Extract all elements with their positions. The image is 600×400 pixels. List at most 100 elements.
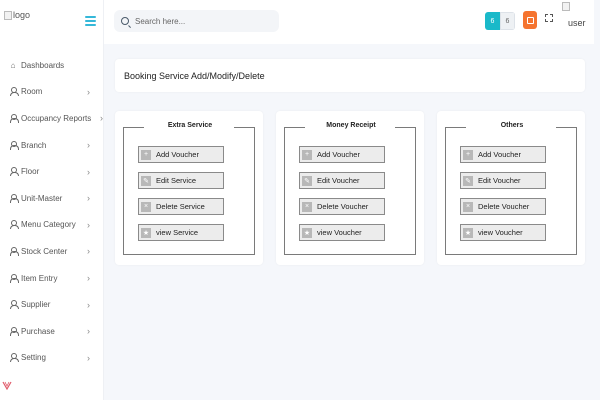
add-voucher-button[interactable]: + Add Voucher <box>138 146 224 163</box>
sidebar-item-label: Item Entry <box>21 273 58 283</box>
toggle-right-button[interactable]: 6 <box>500 12 515 30</box>
sidebar-item-occupancy-reports[interactable]: Occupancy Reports › <box>0 105 104 132</box>
sidebar-item-stock-center[interactable]: Stock Center › <box>0 238 104 265</box>
button-label: view Voucher <box>317 228 362 237</box>
sidebar-item-supplier[interactable]: Supplier › <box>0 291 104 318</box>
search-input[interactable] <box>135 16 265 26</box>
plus-icon: + <box>141 149 151 160</box>
edit-icon: ✎ <box>302 175 312 186</box>
calendar-icon <box>526 16 534 24</box>
broken-image-icon <box>4 10 12 20</box>
sidebar-item-unit-master[interactable]: Unit-Master › <box>0 185 104 212</box>
delete-voucher-button[interactable]: × Delete Voucher <box>460 198 546 215</box>
person-icon <box>9 220 19 230</box>
person-icon <box>9 300 19 310</box>
toggle-left-button[interactable]: 6 <box>485 12 500 30</box>
delete-service-button[interactable]: × Delete Service <box>138 198 224 215</box>
add-voucher-button[interactable]: + Add Voucher <box>460 146 546 163</box>
chevron-right-icon: › <box>100 113 103 124</box>
button-label: Add Voucher <box>156 150 199 159</box>
plus-icon: + <box>463 149 473 160</box>
sidebar-item-label: Room <box>21 87 43 97</box>
search-box[interactable] <box>114 10 279 32</box>
star-icon: ★ <box>463 227 473 238</box>
button-label: view Service <box>156 228 199 237</box>
logo-alt-text: logo <box>13 10 31 20</box>
fieldset: Money Receipt + Add Voucher ✎ Edit Voucher… <box>284 122 416 255</box>
person-icon <box>9 87 19 97</box>
view-voucher-button[interactable]: ★ view Voucher <box>460 224 546 241</box>
view-voucher-button[interactable]: ★ view Voucher <box>299 224 385 241</box>
fullscreen-icon[interactable] <box>545 14 553 22</box>
sidebar-item-purchase[interactable]: Purchase › <box>0 318 104 345</box>
edit-voucher-button[interactable]: ✎ Edit Voucher <box>299 172 385 189</box>
person-icon <box>9 326 19 336</box>
logo[interactable]: logo <box>4 10 30 20</box>
panel-extra-service: Extra Service + Add Voucher ✎ Edit Service… <box>115 111 263 265</box>
user-avatar[interactable]: user <box>562 2 594 34</box>
chevron-right-icon: › <box>87 193 90 204</box>
button-label: Add Voucher <box>317 150 360 159</box>
button-label: Edit Voucher <box>478 176 521 185</box>
sidebar-item-label: Purchase <box>21 326 55 336</box>
sidebar-item-room[interactable]: Room › <box>0 79 104 106</box>
button-label: Delete Voucher <box>478 202 530 211</box>
panel-money-receipt: Money Receipt + Add Voucher ✎ Edit Voucher… <box>276 111 424 265</box>
sidebar-item-branch[interactable]: Branch › <box>0 132 104 159</box>
calendar-button[interactable] <box>523 11 537 29</box>
broken-image-icon <box>562 2 570 11</box>
button-label: Add Voucher <box>478 150 521 159</box>
chevron-right-icon: › <box>87 352 90 363</box>
person-icon <box>9 193 19 203</box>
star-icon: ★ <box>141 227 151 238</box>
edit-voucher-button[interactable]: ✎ Edit Voucher <box>460 172 546 189</box>
sidebar: logo ⌂ Dashboards Room › Occupancy Repor… <box>0 0 104 400</box>
chevron-right-icon: › <box>87 299 90 310</box>
top-header: 6 6 user <box>104 0 594 44</box>
sidebar-item-label: Occupancy Reports <box>21 113 92 123</box>
panel-others: Others + Add Voucher ✎ Edit Voucher × Delet… <box>437 111 585 265</box>
brand-mark-icon <box>2 381 12 390</box>
chevron-right-icon: › <box>87 326 90 337</box>
hamburger-menu-icon[interactable] <box>85 16 96 26</box>
toggle-switch[interactable]: 6 6 <box>485 12 515 30</box>
page-title: Booking Service Add/Modify/Delete <box>124 70 265 81</box>
close-icon: × <box>463 201 473 212</box>
person-icon <box>9 353 19 363</box>
chevron-right-icon: › <box>87 246 90 257</box>
delete-voucher-button[interactable]: × Delete Voucher <box>299 198 385 215</box>
sidebar-item-floor[interactable]: Floor › <box>0 158 104 185</box>
add-voucher-button[interactable]: + Add Voucher <box>299 146 385 163</box>
chevron-right-icon: › <box>87 219 90 230</box>
edit-service-button[interactable]: ✎ Edit Service <box>138 172 224 189</box>
fieldset-legend: Extra Service <box>167 122 213 129</box>
view-service-button[interactable]: ★ view Service <box>138 224 224 241</box>
fieldset: Others + Add Voucher ✎ Edit Voucher × Delet… <box>445 122 577 255</box>
sidebar-item-label: Menu Category <box>21 220 76 230</box>
fieldset-legend: Money Receipt <box>326 122 376 129</box>
plus-icon: + <box>302 149 312 160</box>
person-icon <box>9 246 19 256</box>
edit-icon: ✎ <box>463 175 473 186</box>
sidebar-item-label: Dashboards <box>21 60 65 70</box>
sidebar-item-label: Branch <box>21 140 47 150</box>
person-icon <box>9 113 19 123</box>
sidebar-item-label: Supplier <box>21 300 51 310</box>
page-title-card: Booking Service Add/Modify/Delete <box>115 59 585 92</box>
button-label: Edit Voucher <box>317 176 360 185</box>
sidebar-item-dashboards[interactable]: ⌂ Dashboards <box>0 52 104 79</box>
chevron-right-icon: › <box>87 166 90 177</box>
sidebar-item-label: Setting <box>21 353 46 363</box>
chevron-right-icon: › <box>87 86 90 97</box>
sidebar-nav: ⌂ Dashboards Room › Occupancy Reports › … <box>0 52 104 371</box>
sidebar-item-menu-category[interactable]: Menu Category › <box>0 212 104 239</box>
sidebar-item-item-entry[interactable]: Item Entry › <box>0 265 104 292</box>
home-icon: ⌂ <box>10 60 16 70</box>
sidebar-item-label: Floor <box>21 167 40 177</box>
button-label: view Voucher <box>478 228 523 237</box>
button-label: Delete Voucher <box>317 202 369 211</box>
search-icon <box>121 17 129 25</box>
sidebar-item-setting[interactable]: Setting › <box>0 345 104 372</box>
chevron-right-icon: › <box>87 273 90 284</box>
user-alt-text: user <box>568 18 586 28</box>
